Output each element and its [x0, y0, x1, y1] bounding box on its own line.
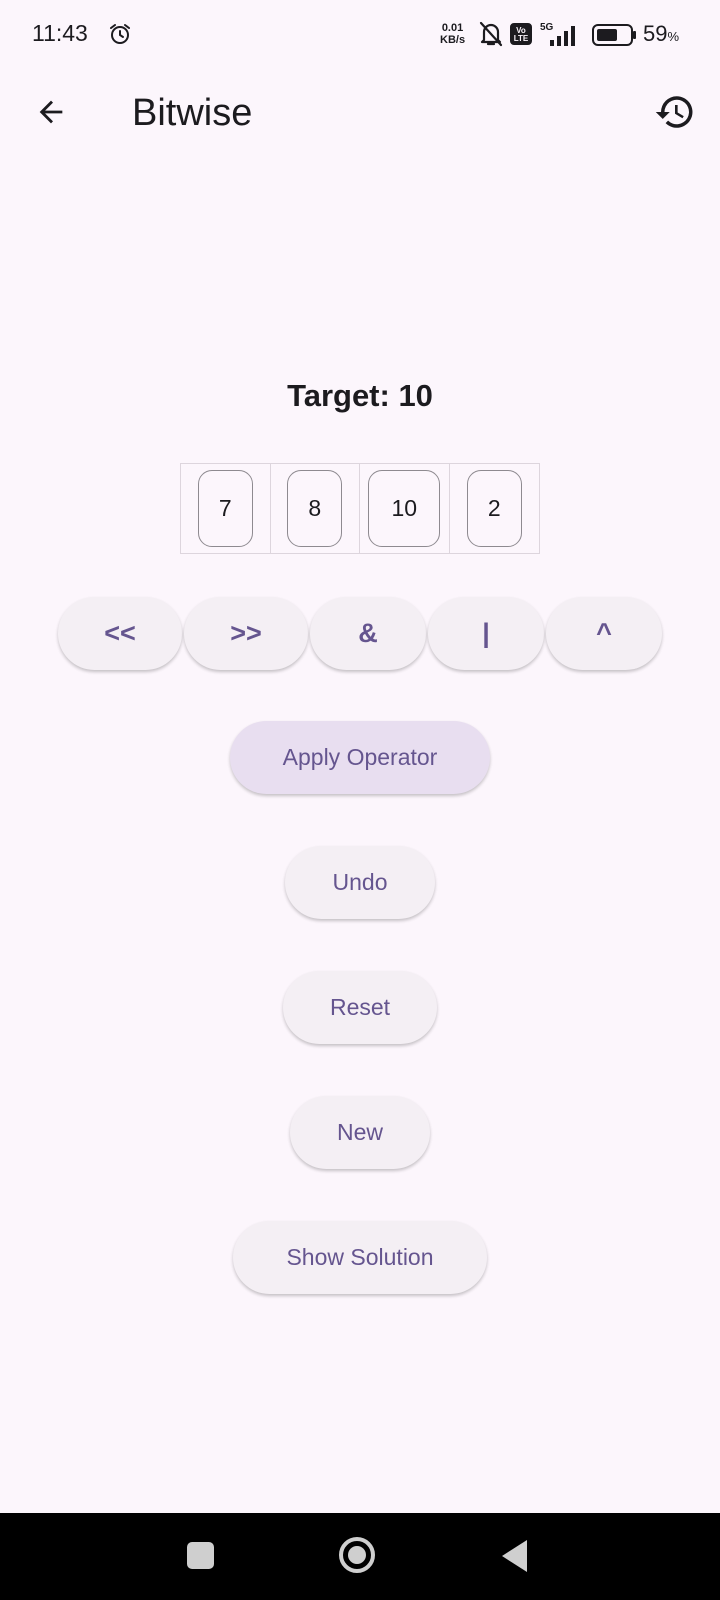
undo-button[interactable]: Undo	[285, 846, 435, 919]
back-icon[interactable]	[502, 1540, 527, 1572]
battery-percent: 59%	[643, 21, 680, 46]
apply-operator-button[interactable]: Apply Operator	[230, 721, 490, 794]
status-bar: 11:43 0.01 KB/s Vo LTE 5G 59%	[0, 0, 720, 70]
battery-icon	[592, 24, 636, 46]
operator-right-shift-button[interactable]: >>	[184, 597, 308, 670]
history-button[interactable]	[650, 87, 700, 137]
operator-left-shift-button[interactable]: <<	[58, 597, 182, 670]
number-cell: 7	[181, 464, 271, 553]
back-button[interactable]	[26, 87, 76, 137]
arrow-back-icon	[39, 100, 63, 124]
system-nav-bar	[0, 1513, 720, 1600]
volte-icon: Vo LTE	[510, 23, 532, 45]
operator-or-button[interactable]: |	[428, 597, 544, 670]
number-chip[interactable]: 8	[287, 470, 343, 547]
history-icon	[655, 96, 693, 128]
page-title: Bitwise	[132, 92, 253, 134]
show-solution-button[interactable]: Show Solution	[233, 1221, 487, 1294]
status-time: 11:43	[32, 20, 88, 46]
reset-button[interactable]: Reset	[283, 971, 437, 1044]
number-cell: 10	[360, 464, 450, 553]
home-icon[interactable]	[339, 1537, 375, 1573]
app-bar: Bitwise	[0, 70, 720, 160]
target-label: Target: 10	[287, 378, 433, 413]
alarm-icon	[110, 24, 130, 44]
new-game-button[interactable]: New	[290, 1096, 430, 1169]
mute-icon	[479, 21, 503, 47]
numbers-grid: 7 8 10 2	[180, 463, 540, 554]
number-chip[interactable]: 7	[197, 470, 253, 547]
net-speed: 0.01 KB/s	[440, 22, 466, 46]
operator-xor-button[interactable]: ^	[546, 597, 662, 670]
number-chip[interactable]: 10	[368, 470, 441, 547]
number-cell: 2	[450, 464, 540, 553]
number-cell: 8	[271, 464, 360, 553]
number-chip[interactable]: 2	[466, 470, 522, 547]
recents-icon[interactable]	[187, 1542, 214, 1569]
operator-and-button[interactable]: &	[310, 597, 426, 670]
svg-text:5G: 5G	[540, 22, 554, 33]
signal-icon: 5G	[540, 22, 575, 46]
